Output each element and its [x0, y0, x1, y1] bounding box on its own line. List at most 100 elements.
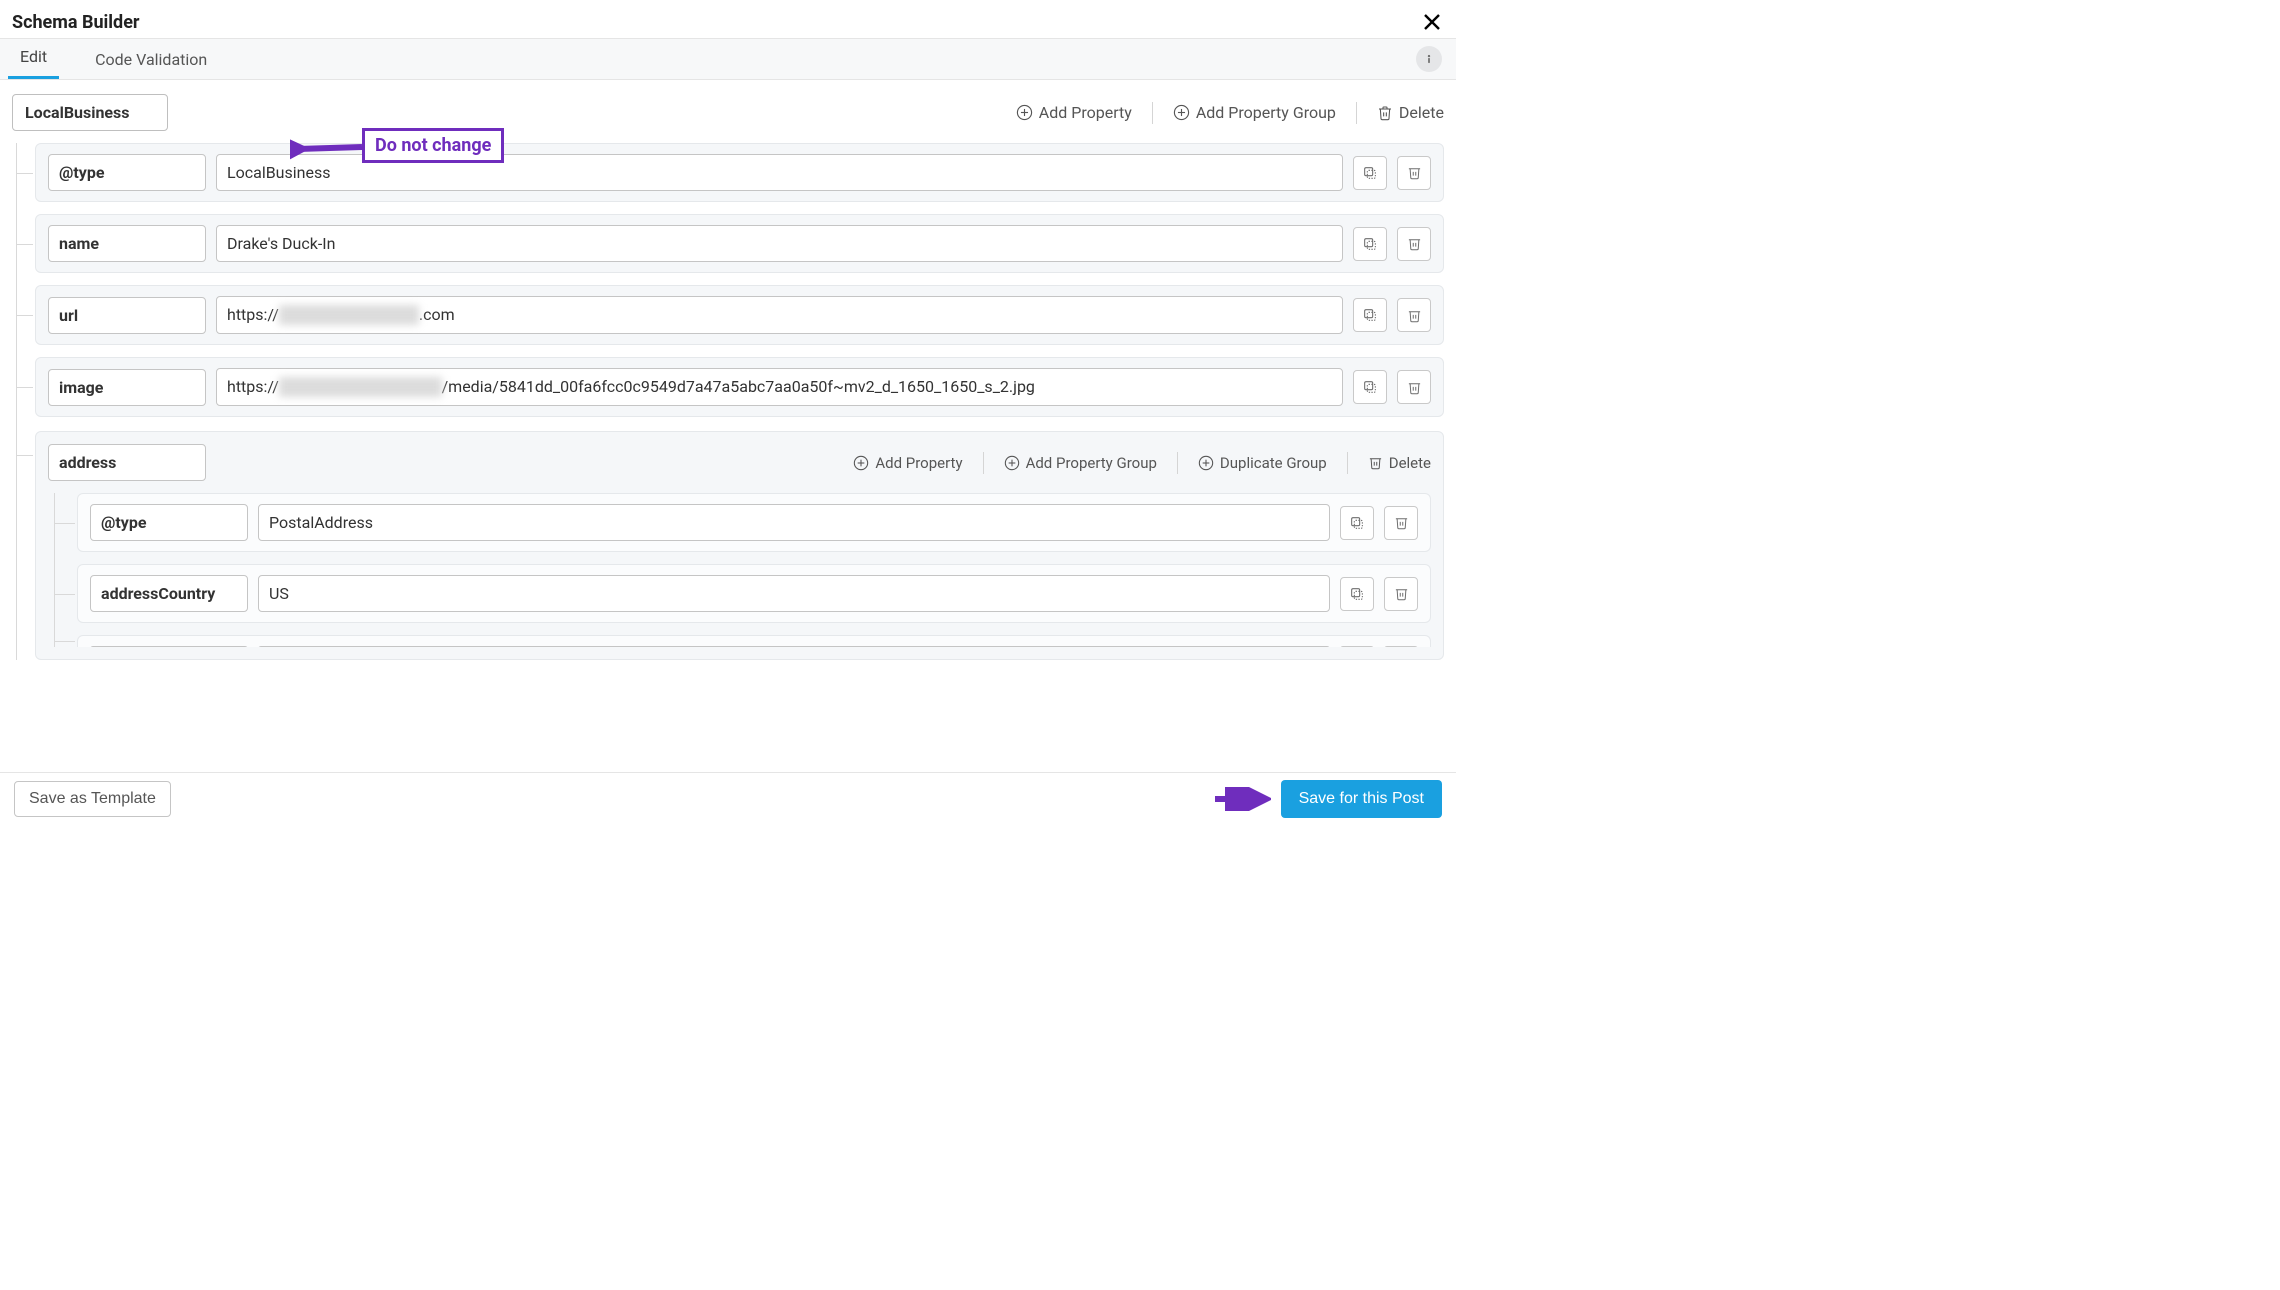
info-icon — [1422, 52, 1436, 66]
trash-icon — [1407, 308, 1422, 323]
group-actions: Add Property Add Property Group Duplicat… — [853, 452, 1431, 474]
property-value-input[interactable]: https://████████████.com — [216, 296, 1343, 334]
duplicate-button[interactable] — [1340, 506, 1374, 540]
action-label: Delete — [1389, 454, 1431, 472]
tab-code-validation[interactable]: Code Validation — [83, 42, 219, 79]
duplicate-button[interactable] — [1353, 156, 1387, 190]
plus-circle-icon — [1173, 104, 1190, 121]
add-property-button[interactable]: Add Property — [1016, 103, 1132, 122]
delete-row-button[interactable] — [1384, 577, 1418, 611]
trash-icon — [1368, 455, 1383, 470]
annotation-do-not-change: Do not change — [362, 128, 504, 163]
dialog-header: Schema Builder — [0, 0, 1456, 38]
divider — [1347, 452, 1348, 474]
property-value-input[interactable] — [258, 646, 1330, 647]
plus-circle-icon — [1004, 455, 1020, 471]
delete-button[interactable]: Delete — [1377, 103, 1444, 122]
add-property-label: Add Property — [1039, 103, 1132, 122]
divider — [983, 452, 984, 474]
action-label: Duplicate Group — [1220, 454, 1327, 472]
property-value-input[interactable]: Drake's Duck-In — [216, 225, 1343, 262]
trash-icon — [1407, 165, 1422, 180]
property-row: @type LocalBusiness — [17, 143, 1444, 202]
dialog-title: Schema Builder — [12, 12, 140, 33]
property-row: name Drake's Duck-In — [17, 214, 1444, 273]
delete-label: Delete — [1399, 103, 1444, 122]
property-key-input[interactable]: url — [48, 297, 206, 334]
property-key-input[interactable]: @type — [90, 504, 248, 541]
property-row — [55, 635, 1431, 647]
group-subtree: @type PostalAddress addressCountry US — [54, 493, 1431, 647]
property-row: addressCountry US — [55, 564, 1431, 623]
value-suffix: /media/5841dd_00fa6fcc0c9549d7a47a5abc7a… — [442, 377, 1035, 396]
duplicate-icon — [1349, 515, 1365, 531]
trash-icon — [1407, 236, 1422, 251]
duplicate-button[interactable] — [1340, 646, 1374, 647]
property-key-input[interactable]: addressCountry — [90, 575, 248, 612]
schema-top-actions: Add Property Add Property Group Delete — [1016, 102, 1444, 124]
property-row: @type PostalAddress — [55, 493, 1431, 552]
delete-row-button[interactable] — [1397, 298, 1431, 332]
group-header: address Add Property Add Property Group — [48, 444, 1431, 481]
plus-circle-icon — [853, 455, 869, 471]
redacted-text: ██████████████ — [279, 377, 442, 397]
property-key-input[interactable]: name — [48, 225, 206, 262]
close-icon — [1422, 12, 1442, 32]
property-row: image https://██████████████/media/5841d… — [17, 357, 1444, 417]
duplicate-icon — [1362, 165, 1378, 181]
tab-edit[interactable]: Edit — [8, 39, 59, 79]
duplicate-button[interactable] — [1353, 227, 1387, 261]
duplicate-button[interactable] — [1353, 370, 1387, 404]
close-button[interactable] — [1420, 10, 1444, 34]
property-row: url https://████████████.com — [17, 285, 1444, 345]
plus-circle-icon — [1198, 455, 1214, 471]
property-value-input[interactable]: US — [258, 575, 1330, 612]
save-for-this-post-button[interactable]: Save for this Post — [1281, 780, 1442, 818]
schema-root-type[interactable]: LocalBusiness — [12, 94, 168, 131]
dialog-footer: Save as Template Save for this Post — [0, 772, 1456, 824]
trash-icon — [1407, 380, 1422, 395]
divider — [1356, 102, 1357, 124]
delete-row-button[interactable] — [1397, 370, 1431, 404]
duplicate-button[interactable] — [1353, 298, 1387, 332]
property-group: address Add Property Add Property Group — [17, 431, 1444, 660]
group-add-property-button[interactable]: Add Property — [853, 454, 962, 472]
add-property-group-label: Add Property Group — [1196, 103, 1336, 122]
annotation-arrow-icon — [1211, 787, 1271, 811]
duplicate-icon — [1362, 307, 1378, 323]
delete-row-button[interactable] — [1384, 506, 1418, 540]
value-prefix: https:// — [227, 377, 279, 396]
duplicate-icon — [1349, 586, 1365, 602]
trash-icon — [1377, 105, 1393, 121]
trash-icon — [1394, 515, 1409, 530]
group-add-property-group-button[interactable]: Add Property Group — [1004, 454, 1157, 472]
property-key-input[interactable]: image — [48, 369, 206, 406]
property-value-input[interactable]: https://██████████████/media/5841dd_00fa… — [216, 368, 1343, 406]
trash-icon — [1394, 586, 1409, 601]
save-as-template-button[interactable]: Save as Template — [14, 781, 171, 817]
delete-row-button[interactable] — [1397, 156, 1431, 190]
property-key-input[interactable]: @type — [48, 154, 206, 191]
divider — [1152, 102, 1153, 124]
plus-circle-icon — [1016, 104, 1033, 121]
value-prefix: https:// — [227, 305, 279, 324]
action-label: Add Property Group — [1026, 454, 1157, 472]
delete-row-button[interactable] — [1397, 227, 1431, 261]
duplicate-icon — [1362, 236, 1378, 252]
group-duplicate-button[interactable]: Duplicate Group — [1198, 454, 1327, 472]
tab-bar: Edit Code Validation — [0, 38, 1456, 80]
duplicate-icon — [1362, 379, 1378, 395]
property-value-input[interactable]: PostalAddress — [258, 504, 1330, 541]
schema-top-toolbar: LocalBusiness Add Property Add Property … — [12, 94, 1444, 131]
group-delete-button[interactable]: Delete — [1368, 454, 1431, 472]
divider — [1177, 452, 1178, 474]
duplicate-button[interactable] — [1340, 577, 1374, 611]
add-property-group-button[interactable]: Add Property Group — [1173, 103, 1336, 122]
delete-row-button[interactable] — [1384, 646, 1418, 647]
main-content: LocalBusiness Add Property Add Property … — [0, 80, 1456, 769]
group-key-input[interactable]: address — [48, 444, 206, 481]
value-suffix: .com — [419, 305, 455, 324]
redacted-text: ████████████ — [279, 305, 419, 325]
info-button[interactable] — [1416, 46, 1442, 72]
property-key-input[interactable] — [90, 646, 248, 647]
